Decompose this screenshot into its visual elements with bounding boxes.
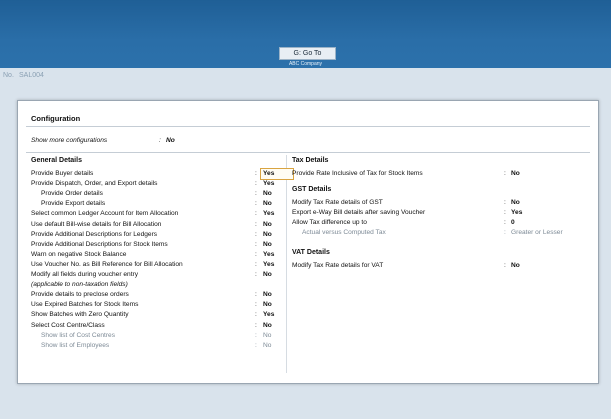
- gst-details-heading: GST Details: [292, 186, 332, 193]
- dialog-title: Configuration: [31, 114, 81, 123]
- general-setting-value[interactable]: No: [263, 331, 271, 341]
- general-setting-colon: :: [255, 220, 257, 228]
- show-more-colon: :: [159, 137, 161, 144]
- general-setting-label: Use Expired Batches for Stock Items: [31, 301, 139, 309]
- general-setting-value[interactable]: Yes: [263, 260, 274, 270]
- general-setting-label: Provide Order details: [41, 190, 103, 198]
- vat-setting-value[interactable]: No: [511, 261, 520, 271]
- general-setting-value[interactable]: No: [263, 290, 272, 300]
- general-setting-value[interactable]: No: [263, 220, 272, 230]
- general-setting-colon: :: [255, 331, 257, 339]
- general-setting-label: Provide Buyer details: [31, 170, 94, 177]
- general-setting-colon: :: [255, 180, 257, 188]
- general-setting-value[interactable]: No: [263, 230, 272, 240]
- gst-setting-colon: :: [504, 229, 506, 237]
- general-setting-colon: :: [255, 230, 257, 238]
- tax-setting-colon: :: [504, 170, 506, 177]
- gst-setting-colon: :: [504, 199, 506, 206]
- voucher-no-label: No.: [3, 72, 14, 79]
- general-setting-value[interactable]: No: [263, 240, 272, 250]
- general-setting-value[interactable]: Yes: [263, 209, 274, 219]
- general-setting-label: Select common Ledger Account for Item Al…: [31, 210, 179, 218]
- general-setting-value[interactable]: No: [263, 199, 272, 209]
- goto-button[interactable]: G: Go To: [279, 47, 336, 60]
- tax-details-heading: Tax Details: [292, 157, 329, 164]
- general-setting-label: Show list of Employees: [41, 341, 110, 349]
- general-setting-label: Show Batches with Zero Quantity: [31, 311, 129, 319]
- gst-setting-value[interactable]: No: [511, 198, 520, 208]
- title-divider: [26, 126, 590, 127]
- configuration-dialog: Configuration Show more configurations :…: [17, 100, 599, 384]
- show-more-label: Show more configurations: [31, 137, 108, 144]
- general-setting-label: Provide Export details: [41, 200, 106, 208]
- general-setting-value[interactable]: Yes: [263, 310, 274, 320]
- general-setting-value[interactable]: No: [263, 189, 272, 199]
- gst-setting-value[interactable]: 0: [511, 218, 515, 228]
- vat-details-heading: VAT Details: [292, 249, 330, 256]
- general-setting-colon: :: [255, 341, 257, 349]
- general-details-heading: General Details: [31, 157, 82, 164]
- gst-setting-label: Actual versus Computed Tax: [302, 229, 386, 237]
- general-setting-value[interactable]: Yes: [263, 179, 274, 189]
- vat-setting-label: Modify Tax Rate details for VAT: [292, 262, 384, 269]
- general-setting-colon: :: [255, 260, 257, 268]
- general-setting-colon: :: [255, 271, 257, 278]
- general-setting-colon: :: [255, 311, 257, 319]
- general-setting-colon: :: [255, 240, 257, 248]
- general-setting-label: Show list of Cost Centres: [41, 331, 116, 339]
- general-setting-colon: :: [255, 301, 257, 309]
- gst-setting-value[interactable]: Yes: [511, 208, 522, 218]
- general-setting-label: Provide Dispatch, Order, and Export deta…: [31, 180, 158, 188]
- voucher-number: SAL004: [19, 72, 44, 79]
- general-setting-label: Warn on negative Stock Balance: [31, 250, 127, 258]
- general-setting-colon: :: [255, 291, 257, 299]
- general-setting-colon: :: [255, 210, 257, 218]
- tax-setting-value[interactable]: No: [511, 169, 520, 179]
- general-setting-label: Use Voucher No. as Bill Reference for Bi…: [31, 260, 183, 268]
- general-setting-value[interactable]: No: [263, 321, 272, 331]
- vat-setting-colon: :: [504, 262, 506, 269]
- general-setting-colon: :: [255, 321, 257, 329]
- general-setting-label: Use default Bill-wise details for Bill A…: [31, 220, 162, 228]
- gst-setting-colon: :: [504, 209, 506, 217]
- tax-setting-label: Provide Rate Inclusive of Tax for Stock …: [292, 170, 423, 177]
- gst-setting-label: Modify Tax Rate details of GST: [292, 199, 383, 206]
- gst-setting-label: Export e-Way Bill details after saving V…: [292, 209, 426, 217]
- gst-setting-colon: :: [504, 219, 506, 227]
- general-setting-colon: :: [255, 170, 257, 177]
- gst-setting-label: Allow Tax difference up to: [292, 219, 367, 227]
- general-setting-label: Modify all fields during voucher entry: [31, 271, 139, 278]
- general-setting-label: Provide details to preclose orders: [31, 291, 129, 299]
- general-setting-value[interactable]: Yes: [263, 250, 274, 260]
- general-setting-label: Provide Additional Descriptions for Stoc…: [31, 240, 168, 248]
- general-setting-value[interactable]: Yes: [263, 169, 274, 179]
- general-setting-value[interactable]: No: [263, 270, 272, 280]
- general-setting-colon: :: [255, 200, 257, 208]
- general-setting-label: Provide Additional Descriptions for Ledg…: [31, 230, 158, 238]
- general-setting-colon: :: [255, 190, 257, 198]
- general-setting-label: (applicable to non-taxation fields): [31, 281, 128, 289]
- show-more-value[interactable]: No: [166, 136, 175, 146]
- general-setting-value[interactable]: No: [263, 341, 271, 351]
- general-setting-colon: :: [255, 250, 257, 258]
- section-divider: [26, 152, 590, 153]
- general-setting-value[interactable]: No: [263, 300, 272, 310]
- company-name: ABC Company: [288, 61, 323, 67]
- general-setting-label: Select Cost Centre/Class: [31, 321, 105, 329]
- gst-setting-value[interactable]: Greater or Lesser: [511, 228, 563, 238]
- column-divider: [286, 155, 287, 373]
